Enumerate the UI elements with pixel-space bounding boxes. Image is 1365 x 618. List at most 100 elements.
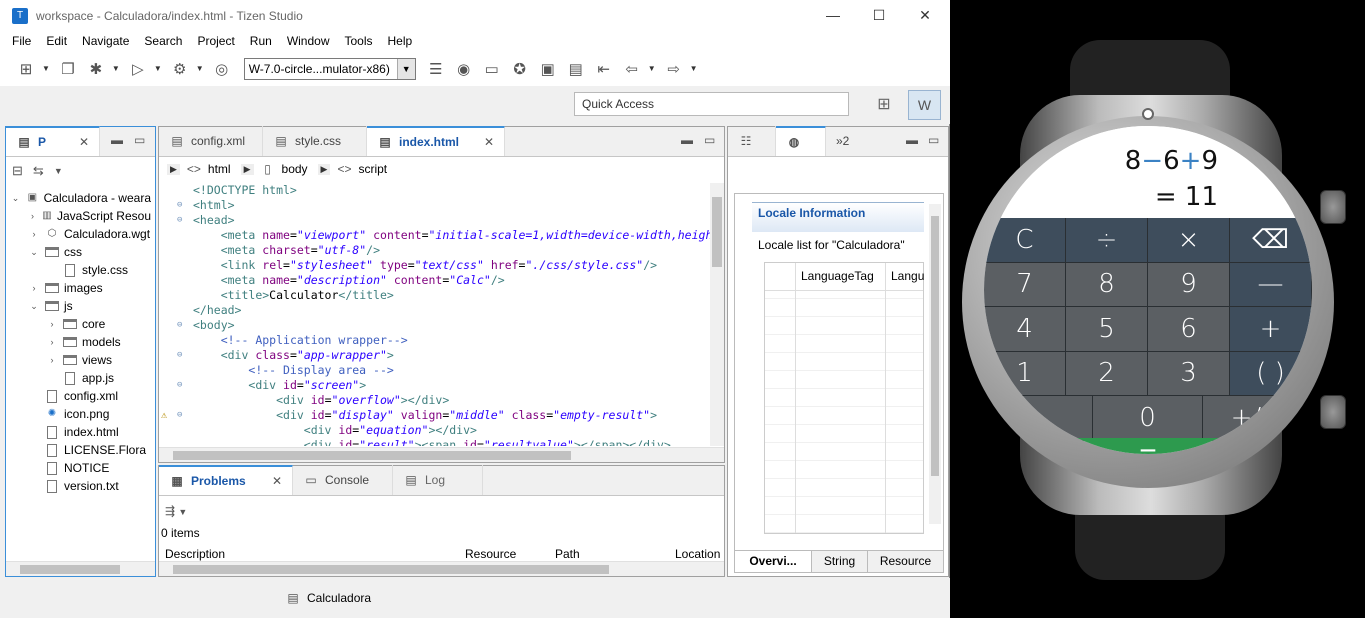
calc-key[interactable]: 7 <box>984 262 1066 307</box>
calc-key[interactable]: 3 <box>1148 351 1230 396</box>
tree-item[interactable]: ✺ icon.png <box>10 405 151 423</box>
scroll-thumb[interactable] <box>20 565 120 574</box>
fold-icon[interactable]: ⊖ <box>177 213 182 228</box>
menu-project[interactable]: Project <box>197 34 234 48</box>
calc-key[interactable]: 8 <box>1066 262 1148 307</box>
expand-toggle-icon[interactable]: › <box>28 207 37 225</box>
tree-item[interactable]: version.txt <box>10 477 151 495</box>
calc-key[interactable]: C <box>984 218 1066 263</box>
tab-string[interactable]: String <box>811 551 867 572</box>
calc-equals-button[interactable]: = <box>984 438 1312 454</box>
expand-toggle-icon[interactable]: ⌄ <box>28 243 40 261</box>
calc-key[interactable]: 2 <box>1066 351 1148 396</box>
expand-toggle-icon[interactable]: ⌄ <box>28 297 40 315</box>
calc-key[interactable]: +/− <box>1202 396 1312 441</box>
maximize-view-icon[interactable]: ▭ <box>704 133 715 147</box>
menu-navigate[interactable]: Navigate <box>82 34 129 48</box>
tab-localization[interactable]: ◍ <box>776 126 826 156</box>
calc-key[interactable]: 5 <box>1066 307 1148 352</box>
menu-run[interactable]: Run <box>250 34 272 48</box>
watch-home-button[interactable] <box>1320 395 1346 429</box>
more-views[interactable]: »2 <box>826 126 856 156</box>
calc-key[interactable]: ( ) <box>1230 351 1312 396</box>
chevron-down-icon[interactable]: ▼ <box>112 64 120 73</box>
tab-outline[interactable]: ☷ <box>728 126 776 156</box>
watch-back-button[interactable] <box>1320 190 1346 224</box>
scroll-thumb[interactable] <box>173 451 571 460</box>
tree-item[interactable]: config.xml <box>10 387 151 405</box>
menu-tools[interactable]: Tools <box>345 34 373 48</box>
run-config-icon[interactable]: ⚙ <box>168 57 192 81</box>
calc-key[interactable]: 9 <box>1148 262 1230 307</box>
fold-icon[interactable]: ⊖ <box>177 318 182 333</box>
inspector-icon[interactable]: ▣ <box>536 57 560 81</box>
calc-key[interactable]: ÷ <box>1066 218 1148 263</box>
calc-key[interactable]: — <box>1230 262 1312 307</box>
calc-key[interactable]: ⌫ <box>1230 218 1312 263</box>
view-menu-icon[interactable]: ▼ <box>54 166 63 179</box>
tab-project-explorer[interactable]: ▤ P ✕ <box>6 126 100 156</box>
emulator-manager-icon[interactable]: ▭ <box>480 57 504 81</box>
tree-item[interactable]: app.js <box>10 369 151 387</box>
chevron-down-icon[interactable]: ▼ <box>154 64 162 73</box>
column-description[interactable]: Description <box>165 547 225 561</box>
package-icon[interactable]: ▤ <box>564 57 588 81</box>
expand-toggle-icon[interactable]: › <box>46 315 58 333</box>
debug-icon[interactable]: ✱ <box>84 57 108 81</box>
save-all-icon[interactable]: ❐ <box>56 57 80 81</box>
calc-key[interactable]: 0 <box>1093 396 1203 441</box>
expand-toggle-icon[interactable]: ⌄ <box>10 189 21 207</box>
calc-key[interactable]: 1 <box>984 351 1066 396</box>
vertical-scrollbar[interactable] <box>929 204 941 524</box>
tab-log[interactable]: ▤ Log <box>393 465 483 495</box>
expand-toggle-icon[interactable]: › <box>46 333 58 351</box>
link-editor-icon[interactable]: ⇆ <box>33 163 44 179</box>
calc-key[interactable]: . <box>984 396 1094 441</box>
collapse-all-icon[interactable]: ⊟ <box>12 163 23 179</box>
maximize-button[interactable]: ☐ <box>856 0 902 31</box>
tab-console[interactable]: ▭ Console <box>293 465 393 495</box>
close-icon[interactable]: ✕ <box>79 135 89 149</box>
menu-help[interactable]: Help <box>388 34 413 48</box>
tree-item[interactable]: › images <box>10 279 151 297</box>
code-area[interactable]: <!DOCTYPE html> ⊖ <html> ⊖ <head> <meta na… <box>159 183 710 446</box>
minimize-view-icon[interactable]: ▬ <box>681 133 693 147</box>
scroll-thumb[interactable] <box>931 216 939 476</box>
tree-item[interactable]: ⌄ ▣ Calculadora - weara <box>10 189 151 207</box>
fold-icon[interactable]: ⊖ <box>177 198 182 213</box>
tab-style-css[interactable]: ▤ style.css <box>263 126 367 156</box>
menu-edit[interactable]: Edit <box>46 34 67 48</box>
filter-icon[interactable]: ⇶ ▼ <box>165 504 187 518</box>
column-resource[interactable]: Resource <box>465 547 516 561</box>
column-location[interactable]: Location <box>675 547 720 561</box>
tree-item[interactable]: NOTICE <box>10 459 151 477</box>
tree-item[interactable]: style.css <box>10 261 151 279</box>
quick-access-input[interactable]: Quick Access <box>574 92 849 116</box>
tree-item[interactable]: › views <box>10 351 151 369</box>
calc-key[interactable]: 4 <box>984 307 1066 352</box>
chevron-down-icon[interactable]: ▼ <box>196 64 204 73</box>
last-edit-icon[interactable]: ⇤ <box>592 57 616 81</box>
minimize-view-icon[interactable]: ▬ <box>111 133 123 147</box>
vertical-scrollbar[interactable] <box>710 183 724 446</box>
horizontal-scrollbar[interactable] <box>6 561 155 576</box>
tab-problems[interactable]: ▦ Problems ✕ <box>159 465 293 495</box>
scroll-thumb[interactable] <box>173 565 609 574</box>
horizontal-scrollbar[interactable] <box>159 447 724 462</box>
breadcrumb-body[interactable]: ▶ ▯ body <box>240 162 308 176</box>
calc-key[interactable]: + <box>1230 307 1312 352</box>
column-path[interactable]: Path <box>555 547 580 561</box>
certificate-icon[interactable]: ✪ <box>508 57 532 81</box>
breadcrumb-html[interactable]: ▶ <> html <box>167 162 231 176</box>
calc-key[interactable]: × <box>1148 218 1230 263</box>
tree-item[interactable]: › core <box>10 315 151 333</box>
view-menu-icon[interactable]: ▼ <box>178 507 187 517</box>
chevron-down-icon[interactable]: ▼ <box>648 64 656 73</box>
run-icon[interactable]: ▷ <box>126 57 150 81</box>
calc-key[interactable]: 6 <box>1148 307 1230 352</box>
tree-item[interactable]: › models <box>10 333 151 351</box>
tree-item[interactable]: ⌄ js <box>10 297 151 315</box>
tree-item[interactable]: ⌄ css <box>10 243 151 261</box>
column-languagetag[interactable]: LanguageTag <box>801 269 874 283</box>
warning-icon[interactable]: ⚠ <box>161 408 167 423</box>
